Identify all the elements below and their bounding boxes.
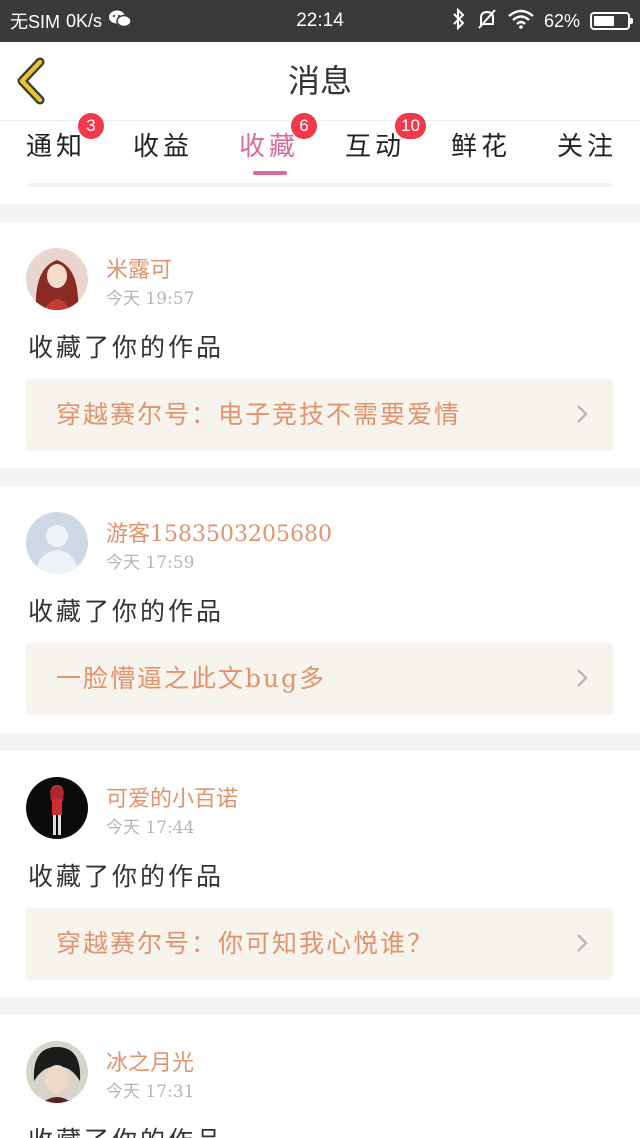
status-right: 62% bbox=[452, 0, 633, 42]
badge: 6 bbox=[291, 113, 317, 139]
separator bbox=[0, 468, 640, 486]
tab-bar: 通知 3 收益 收藏 6 互动 10 鲜花 关注 bbox=[0, 113, 640, 183]
battery-percent: 62% bbox=[543, 10, 580, 31]
tab-interactions[interactable]: 互动 10 bbox=[325, 113, 426, 183]
battery-icon bbox=[590, 12, 633, 30]
tab-favorites[interactable]: 收藏 6 bbox=[219, 113, 319, 183]
tab-label: 鲜花 bbox=[450, 132, 511, 162]
username[interactable]: 可爱的小百诺 bbox=[106, 781, 238, 813]
work-title: 穿越赛尔号：电子竞技不需要爱情 bbox=[56, 400, 462, 429]
work-link[interactable]: 穿越赛尔号：你可知我心悦谁？ bbox=[26, 908, 613, 980]
mute-bell-icon bbox=[476, 8, 498, 35]
timestamp: 今天 19:57 bbox=[106, 289, 195, 309]
tab-divider bbox=[28, 183, 612, 187]
message-card: 冰之月光 今天 17:31 收藏了你的作品 bbox=[0, 1015, 640, 1138]
work-title: 穿越赛尔号：你可知我心悦谁？ bbox=[56, 929, 435, 958]
badge: 10 bbox=[395, 113, 426, 139]
action-text: 收藏了你的作品 bbox=[28, 1121, 224, 1138]
avatar[interactable] bbox=[26, 512, 88, 574]
tab-follow[interactable]: 关注 bbox=[537, 121, 637, 183]
work-link[interactable]: 穿越赛尔号：电子竞技不需要爱情 bbox=[26, 379, 613, 451]
tab-label: 收益 bbox=[132, 132, 193, 162]
wifi-icon bbox=[508, 9, 534, 34]
username[interactable]: 游客1583503205680 bbox=[106, 516, 332, 548]
action-text: 收藏了你的作品 bbox=[28, 597, 225, 626]
separator bbox=[0, 997, 640, 1015]
badge: 3 bbox=[78, 113, 104, 139]
timestamp: 今天 17:59 bbox=[106, 553, 195, 573]
message-card: 游客1583503205680 今天 17:59 收藏了你的作品 一脸懵逼之此文… bbox=[0, 486, 640, 733]
separator bbox=[0, 204, 640, 222]
tab-flowers[interactable]: 鲜花 bbox=[431, 121, 531, 183]
header: 消息 bbox=[0, 42, 640, 121]
message-card: 米露可 今天 19:57 收藏了你的作品 穿越赛尔号：电子竞技不需要爱情 bbox=[0, 222, 640, 468]
active-tab-indicator bbox=[253, 171, 287, 175]
avatar[interactable] bbox=[26, 248, 88, 310]
avatar[interactable] bbox=[26, 1041, 88, 1103]
work-link[interactable]: 一脸懵逼之此文bug多 bbox=[26, 643, 613, 715]
chevron-right-icon bbox=[577, 934, 588, 952]
username[interactable]: 米露可 bbox=[106, 252, 172, 284]
tab-earnings[interactable]: 收益 bbox=[113, 121, 213, 183]
tab-label: 关注 bbox=[556, 132, 617, 162]
work-title: 一脸懵逼之此文bug多 bbox=[56, 664, 327, 693]
chevron-right-icon bbox=[577, 405, 588, 423]
page-title: 消息 bbox=[287, 62, 352, 100]
separator bbox=[0, 733, 640, 751]
avatar[interactable] bbox=[26, 777, 88, 839]
bluetooth-icon bbox=[452, 7, 466, 35]
action-text: 收藏了你的作品 bbox=[28, 862, 225, 891]
action-text: 收藏了你的作品 bbox=[28, 333, 225, 362]
chevron-right-icon bbox=[577, 669, 588, 687]
timestamp: 今天 17:44 bbox=[106, 818, 195, 838]
timestamp: 今天 17:31 bbox=[106, 1082, 195, 1102]
username[interactable]: 冰之月光 bbox=[106, 1045, 194, 1077]
message-card: 可爱的小百诺 今天 17:44 收藏了你的作品 穿越赛尔号：你可知我心悦谁？ bbox=[0, 751, 640, 997]
status-bar: 无SIM 0K/s 22:14 62% bbox=[0, 0, 640, 42]
tab-notifications[interactable]: 通知 3 bbox=[6, 113, 106, 183]
